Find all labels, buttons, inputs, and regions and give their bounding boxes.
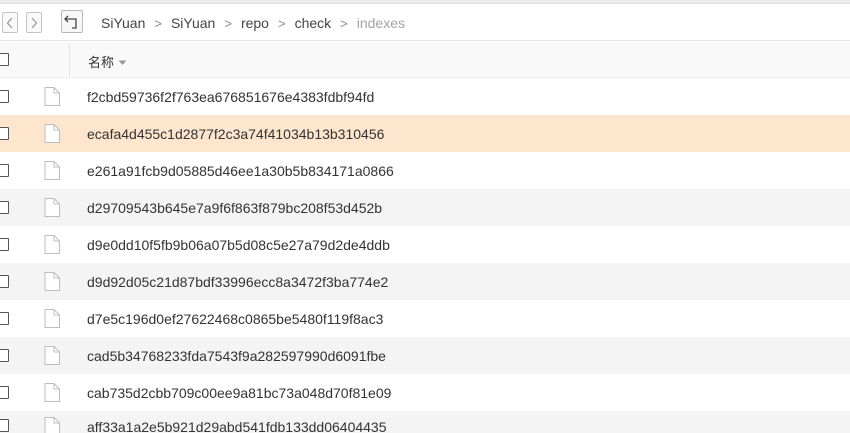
up-folder-button[interactable] xyxy=(61,10,83,33)
breadcrumb-separator: > xyxy=(154,15,162,31)
forward-button[interactable] xyxy=(26,12,42,33)
breadcrumb-separator: > xyxy=(277,15,286,31)
breadcrumb-separator: > xyxy=(224,15,232,31)
breadcrumb-current: indexes xyxy=(356,15,405,31)
file-icon xyxy=(44,87,60,111)
row-checkbox[interactable] xyxy=(0,419,9,432)
row-checkbox[interactable] xyxy=(0,275,9,288)
back-button[interactable] xyxy=(2,12,18,33)
file-icon xyxy=(44,309,60,333)
file-name: cad5b34768233fda7543f9a282597990d6091fbe xyxy=(87,348,386,364)
file-icon xyxy=(44,124,60,148)
file-name: aff33a1a2e5b921d29abd541fdb133dd06404435 xyxy=(87,419,387,433)
table-row[interactable]: cad5b34768233fda7543f9a282597990d6091fbe xyxy=(0,337,850,374)
file-name: cab735d2cbb709c00ee9a81bc73a048d70f81e09 xyxy=(87,385,392,401)
file-icon xyxy=(44,161,60,185)
file-name: d9e0dd10f5fb9b06a07b5d08c5e27a79d2de4ddb xyxy=(87,237,390,253)
table-row[interactable]: d9e0dd10f5fb9b06a07b5d08c5e27a79d2de4ddb xyxy=(0,226,850,263)
caret-down-icon xyxy=(118,54,127,69)
file-icon xyxy=(44,383,60,407)
row-checkbox[interactable] xyxy=(0,238,9,251)
row-checkbox[interactable] xyxy=(0,90,9,103)
file-icon xyxy=(44,235,60,259)
name-column-label: 名称 xyxy=(88,55,115,70)
row-checkbox[interactable] xyxy=(0,201,9,214)
breadcrumb-item[interactable]: SiYuan xyxy=(101,15,145,31)
select-all-checkbox[interactable] xyxy=(0,53,9,66)
table-row[interactable]: d7e5c196d0ef27622468c0865be5480f119f8ac3 xyxy=(0,300,850,337)
breadcrumb: SiYuan > SiYuan > repo > check > indexes xyxy=(101,13,405,33)
table-row[interactable]: d29709543b645e7a9f6f863f879bc208f53d452b xyxy=(0,189,850,226)
file-icon xyxy=(44,346,60,370)
table-row[interactable]: d9d92d05c21d87bdf33996ecc8a3472f3ba774e2 xyxy=(0,263,850,300)
chevron-right-icon xyxy=(31,17,38,28)
file-name: d29709543b645e7a9f6f863f879bc208f53d452b xyxy=(87,200,383,216)
table-row[interactable]: ecafa4d455c1d2877f2c3a74f41034b13b310456 xyxy=(0,115,850,152)
file-name: e261a91fcb9d05885d46ee1a30b5b834171a0866 xyxy=(87,163,394,179)
file-name: d9d92d05c21d87bdf33996ecc8a3472f3ba774e2 xyxy=(87,274,389,290)
table-row[interactable]: aff33a1a2e5b921d29abd541fdb133dd06404435 xyxy=(0,411,850,433)
row-checkbox[interactable] xyxy=(0,164,9,177)
row-checkbox[interactable] xyxy=(0,349,9,362)
breadcrumb-item[interactable]: SiYuan xyxy=(171,15,215,31)
breadcrumb-item[interactable]: check xyxy=(295,15,332,31)
file-name: d7e5c196d0ef27622468c0865be5480f119f8ac3 xyxy=(87,311,384,327)
breadcrumb-item[interactable]: repo xyxy=(241,15,269,31)
file-icon xyxy=(44,198,60,222)
file-icon xyxy=(44,417,60,433)
table-row[interactable]: cab735d2cbb709c00ee9a81bc73a048d70f81e09 xyxy=(0,374,850,411)
navigation-toolbar: SiYuan > SiYuan > repo > check > indexes xyxy=(0,4,850,41)
row-checkbox[interactable] xyxy=(0,312,9,325)
chevron-left-icon xyxy=(6,17,13,28)
table-header: 名称 xyxy=(0,42,850,78)
name-column-header[interactable]: 名称 xyxy=(88,52,127,71)
table-row[interactable]: f2cbd59736f2f763ea676851676e4383fdbf94fd xyxy=(0,78,850,115)
file-name: ecafa4d455c1d2877f2c3a74f41034b13b310456 xyxy=(87,126,385,142)
row-checkbox[interactable] xyxy=(0,127,9,140)
file-name: f2cbd59736f2f763ea676851676e4383fdbf94fd xyxy=(87,89,375,105)
table-row[interactable]: e261a91fcb9d05885d46ee1a30b5b834171a0866 xyxy=(0,152,850,189)
breadcrumb-separator: > xyxy=(340,15,348,31)
column-divider xyxy=(69,44,70,76)
row-checkbox[interactable] xyxy=(0,386,9,399)
up-folder-icon xyxy=(64,15,77,29)
file-icon xyxy=(44,272,60,296)
